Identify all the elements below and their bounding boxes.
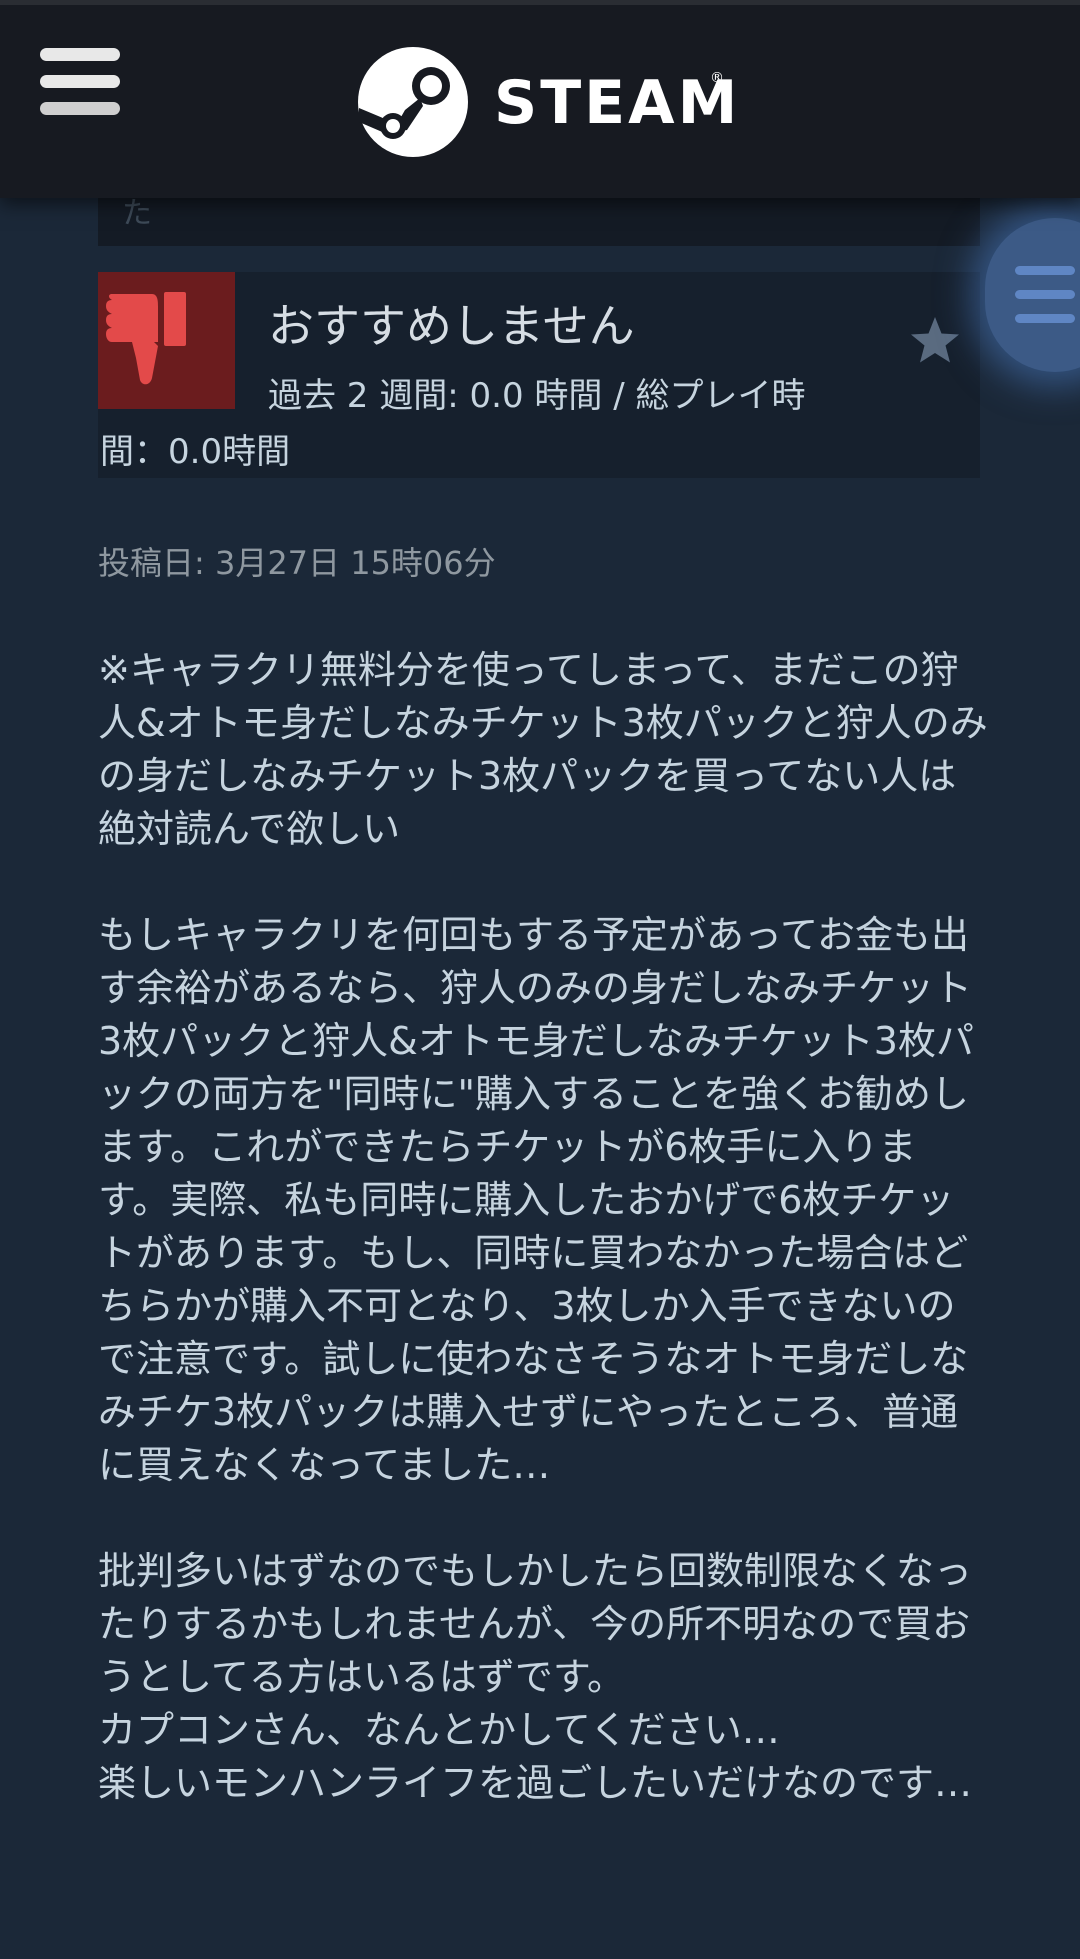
review-paragraph: ※キャラクリ無料分を使ってしまって、まだこの狩人&オトモ身だしなみチケット3枚パ… xyxy=(98,648,988,851)
hamburger-menu-icon[interactable] xyxy=(40,46,122,116)
steam-logo-icon xyxy=(358,47,468,157)
award-star-icon[interactable] xyxy=(908,314,962,368)
registered-mark: ® xyxy=(710,70,724,86)
playtime-line-2: 間：0.0時間 xyxy=(100,432,291,472)
review-header: おすすめしません 過去 2 週間: 0.0 時間 / 総プレイ時 間：0.0時間 xyxy=(98,272,980,478)
review-paragraph: 批判多いはずなのでもしかしたら回数制限なくなったりするかもしれませんが、今の所不… xyxy=(98,1549,973,1805)
thumb-badge xyxy=(98,272,235,409)
review-verdict: おすすめしません xyxy=(268,299,635,353)
review-body: ※キャラクリ無料分を使ってしまって、まだこの狩人&オトモ身だしなみチケット3枚パ… xyxy=(98,644,988,1810)
review-paragraph: もしキャラクリを何回もする予定があってお金も出す余裕があるなら、狩人のみの身だし… xyxy=(98,913,974,1487)
playtime-line-1: 過去 2 週間: 0.0 時間 / 総プレイ時 xyxy=(268,376,806,416)
brand-name: STEAM xyxy=(494,68,741,138)
thumbs-down-icon xyxy=(106,292,186,385)
status-strip xyxy=(0,0,1080,5)
top-header: STEAM ® xyxy=(0,0,1080,198)
posted-date: 投稿日: 3月27日 15時06分 xyxy=(98,544,496,582)
